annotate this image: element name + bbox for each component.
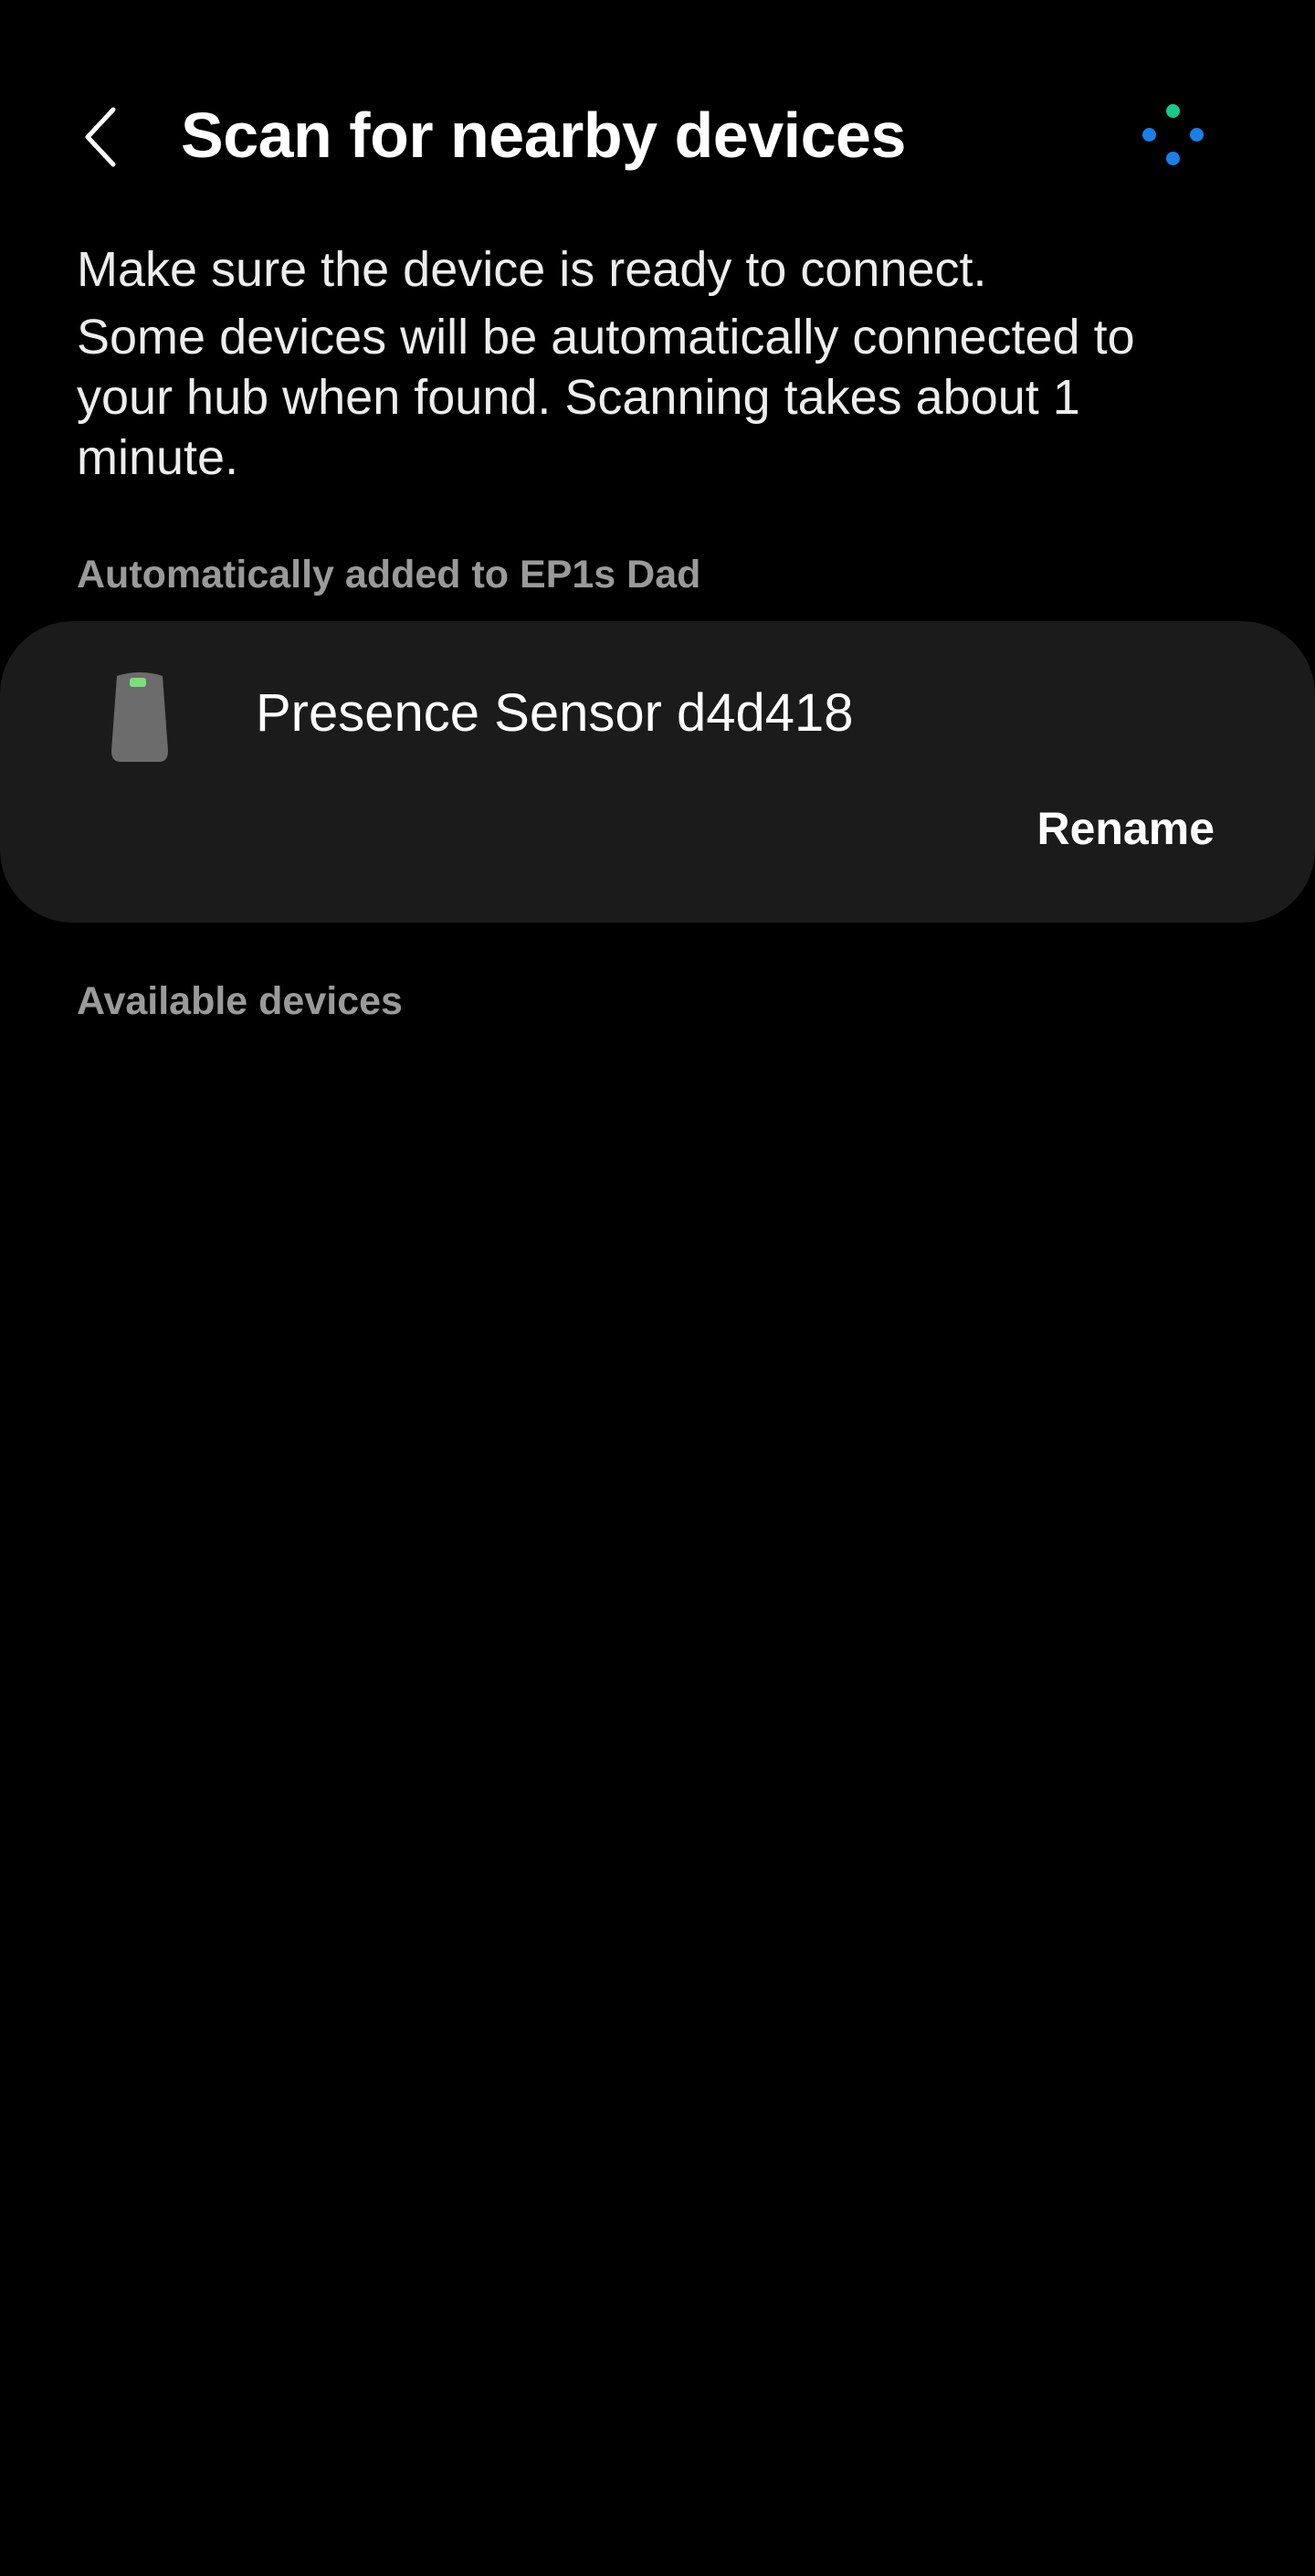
scan-dot-right [1190,128,1204,142]
scanning-dots-icon [1137,100,1210,174]
back-button[interactable] [55,91,146,183]
chevron-left-icon [85,107,116,167]
device-name: Presence Sensor d4d418 [256,683,854,743]
scan-dot-left [1142,128,1156,142]
instruction-auto-connect: Some devices will be automatically conne… [77,310,1135,485]
page-title: Scan for nearby devices [181,100,906,171]
device-card[interactable]: Presence Sensor d4d418 Rename [0,621,1315,923]
scan-dot-bottom [1166,152,1180,165]
section-label-auto-added: Automatically added to EP1s Dad [77,553,701,596]
instruction-ready: Make sure the device is ready to connect… [77,242,987,297]
instructions: Make sure the device is ready to connect… [77,239,1209,488]
section-label-available: Available devices [77,979,403,1023]
presence-sensor-icon [111,672,168,762]
scan-dot-top [1166,104,1180,118]
rename-button[interactable]: Rename [1036,802,1215,855]
app-header: Scan for nearby devices [0,0,1315,274]
